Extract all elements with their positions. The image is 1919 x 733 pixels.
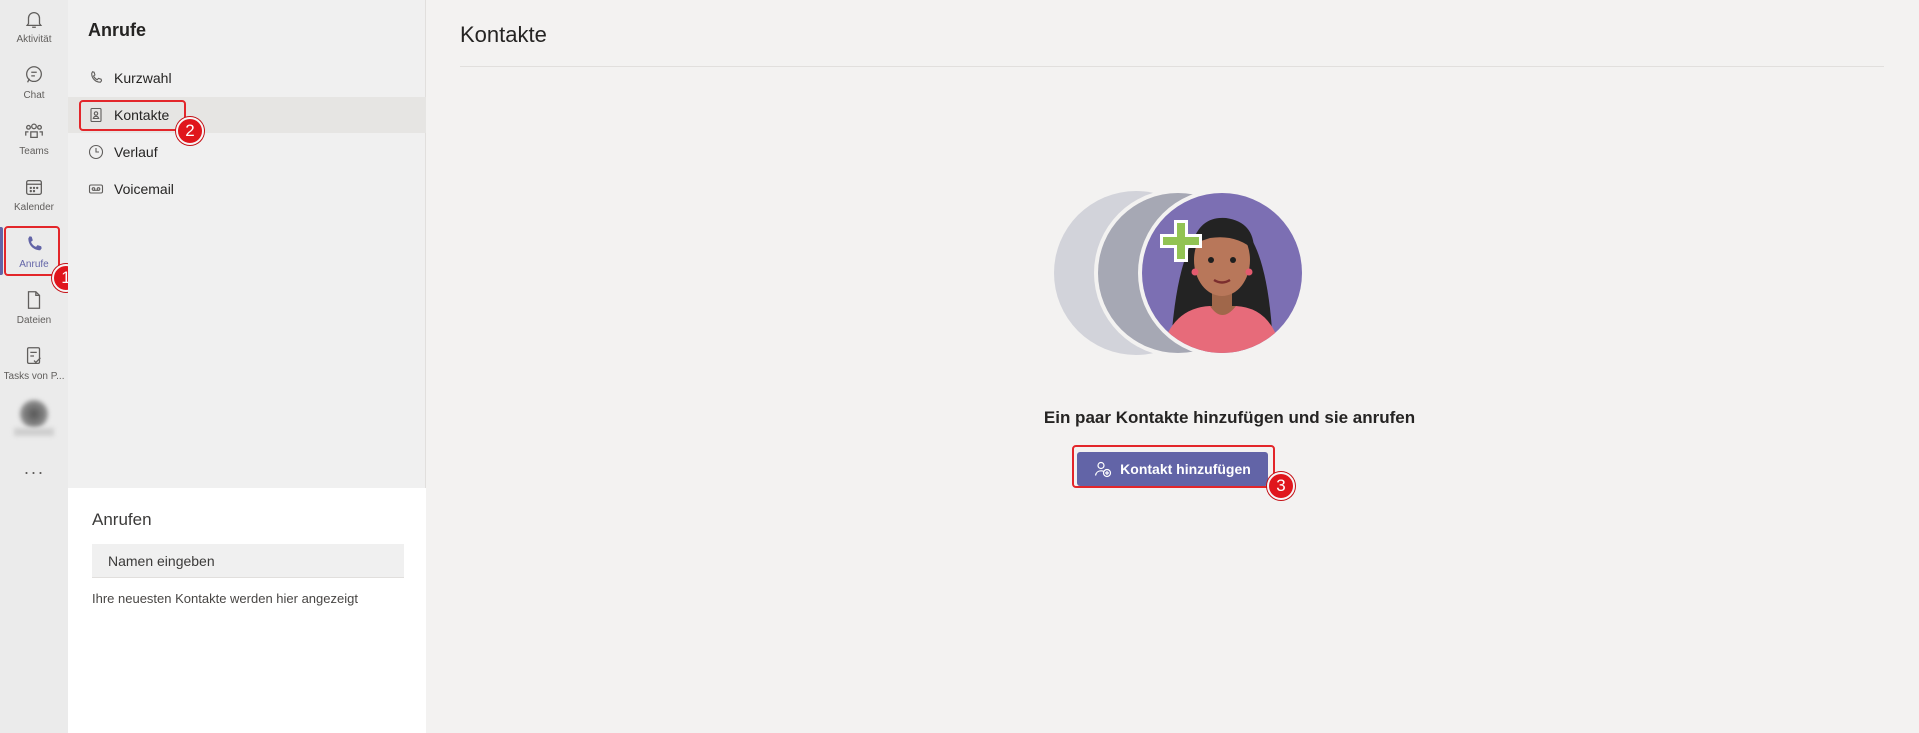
annotation-box-3: [1072, 445, 1275, 488]
recent-contacts-hint: Ihre neuesten Kontakte werden hier angez…: [92, 591, 358, 606]
app-avatar[interactable]: [20, 400, 48, 428]
rail-label: Teams: [19, 146, 49, 157]
app-avatar-label: [14, 428, 54, 436]
app-rail: Aktivität Chat Teams Kalender Anrufe Dat…: [0, 0, 80, 733]
rail-label: Chat: [23, 90, 45, 101]
phone-outline-icon: [91, 71, 103, 83]
teams-icon: [25, 123, 43, 139]
title-divider: [460, 66, 1884, 67]
bell-icon: [25, 12, 43, 28]
rail-label: Tasks von P...: [3, 371, 65, 382]
nav-label: Voicemail: [114, 181, 174, 197]
rail-item-tasks[interactable]: Tasks von P...: [0, 337, 68, 393]
rail-item-activity[interactable]: Aktivität: [0, 0, 68, 56]
file-icon: [27, 291, 41, 309]
calls-pane: Anrufe Kurzwahl Kontakte Verlauf Voicema…: [68, 0, 426, 733]
annotation-badge-3: 3: [1267, 472, 1295, 500]
page-title: Kontakte: [460, 22, 547, 47]
rail-label: Dateien: [16, 315, 52, 326]
chat-icon: [26, 66, 42, 83]
nav-label: Kurzwahl: [114, 70, 172, 86]
more-apps-icon[interactable]: ···: [0, 462, 68, 483]
nav-label: Verlauf: [114, 144, 158, 160]
empty-state-title: Ein paar Kontakte hinzufügen und sie anr…: [1043, 408, 1416, 427]
clock-icon: [88, 144, 104, 160]
rail-label: Aktivität: [16, 34, 52, 45]
name-input[interactable]: [92, 544, 404, 578]
rail-label: Kalender: [13, 202, 55, 213]
annotation-badge-2: 2: [176, 117, 204, 145]
pane-title: Anrufe: [88, 20, 146, 40]
rail-item-teams[interactable]: Teams: [0, 112, 68, 168]
call-panel: Anrufen Ihre neuesten Kontakte werden hi…: [68, 488, 426, 733]
main-content: Kontakte Ein paar Kontakte hinzufügen un…: [426, 0, 1919, 733]
annotation-box-2: [79, 100, 186, 131]
voicemail-icon: [88, 184, 104, 194]
nav-item-voicemail[interactable]: Voicemail: [68, 171, 426, 207]
annotation-box-1: [4, 226, 60, 276]
rail-item-calendar[interactable]: Kalender: [0, 168, 68, 224]
rail-item-chat[interactable]: Chat: [0, 56, 68, 112]
tasks-icon: [26, 347, 41, 364]
calendar-icon: [26, 179, 42, 195]
call-panel-title: Anrufen: [92, 510, 152, 529]
contacts-illustration: [1054, 190, 1306, 356]
nav-item-speed-dial[interactable]: Kurzwahl: [68, 60, 426, 96]
nav-item-history[interactable]: Verlauf: [68, 134, 426, 170]
